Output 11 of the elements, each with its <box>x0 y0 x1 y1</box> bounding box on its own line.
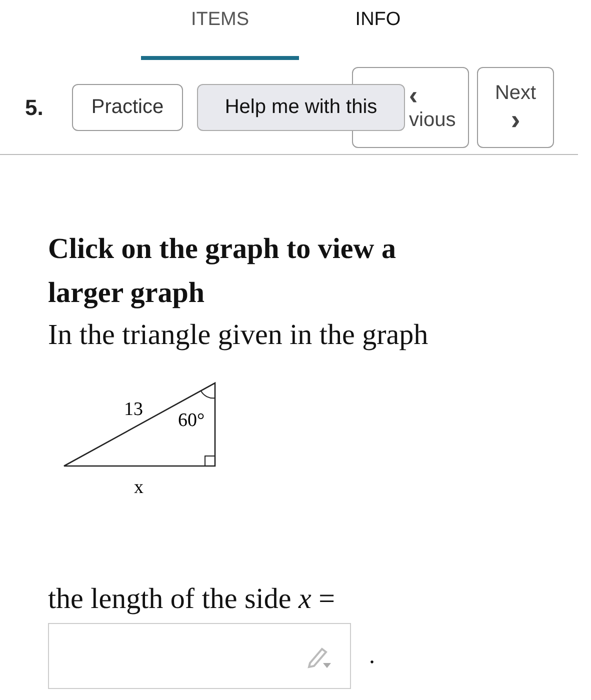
question-number: 5. <box>25 94 44 122</box>
tab[interactable]: ITEMS <box>141 0 299 60</box>
question-intro: In the triangle given in the graph <box>48 318 430 353</box>
tab[interactable]: INFO <box>299 0 457 60</box>
practice-button[interactable]: Practice <box>72 84 183 130</box>
help-button[interactable]: Help me with this <box>197 84 405 130</box>
answer-field[interactable] <box>48 623 351 689</box>
answer-prompt: the length of the side x = <box>48 582 336 617</box>
period-mark: . <box>369 642 375 671</box>
question-heading: Click on the graph to view a larger graph <box>48 232 397 311</box>
next-button[interactable]: Next › <box>477 66 554 148</box>
